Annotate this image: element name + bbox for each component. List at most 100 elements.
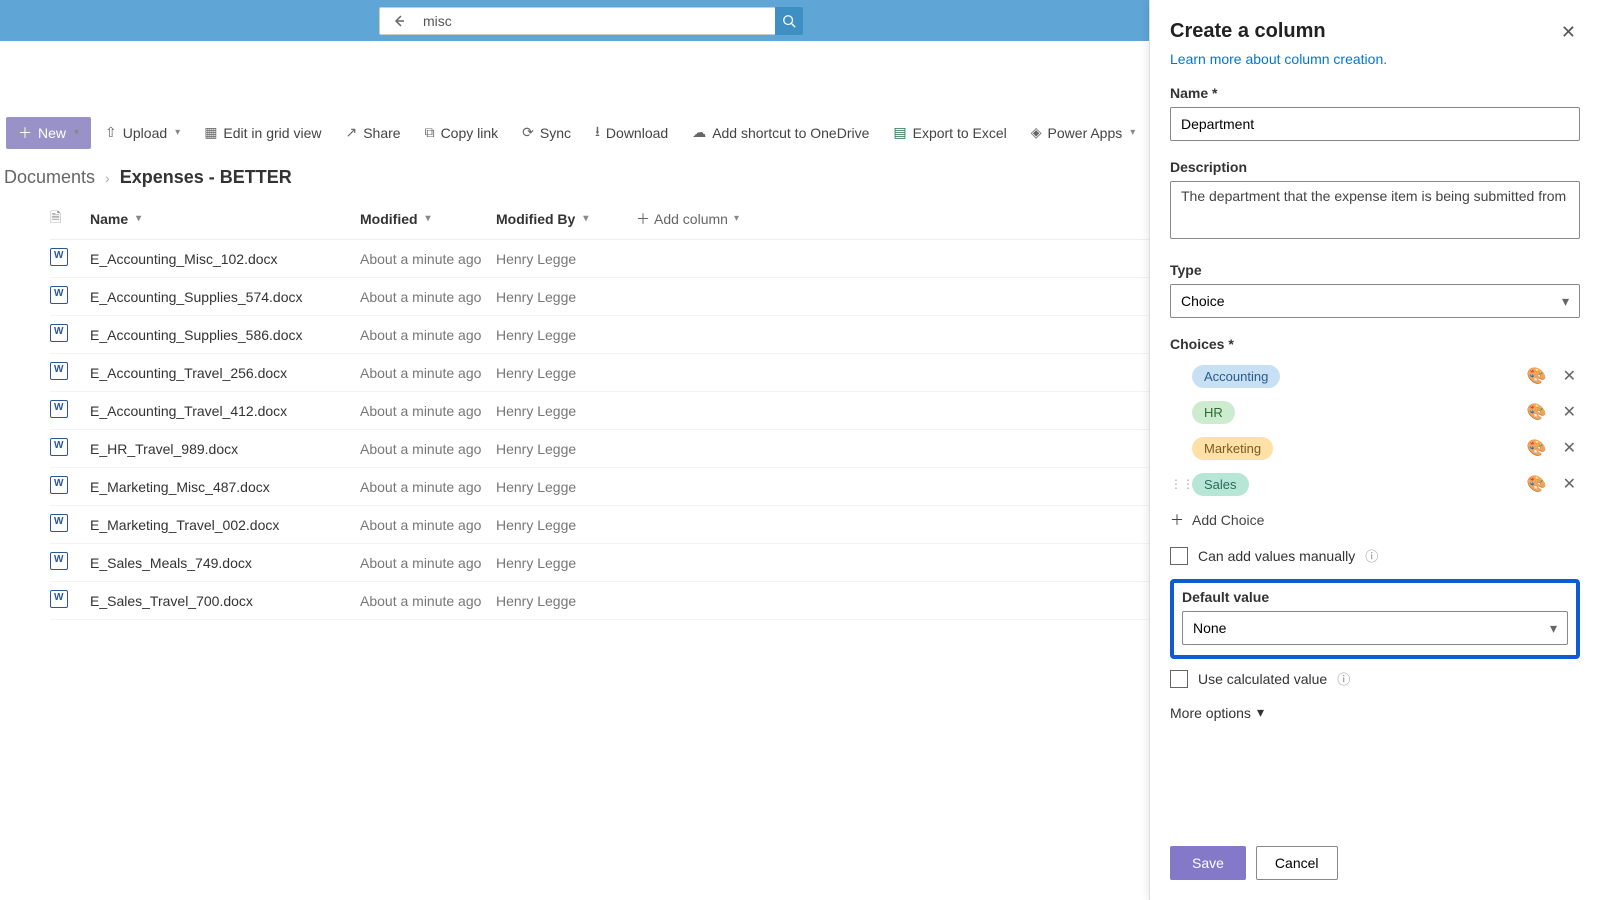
learn-more-link[interactable]: Learn more about column creation. [1170,51,1580,67]
file-name[interactable]: E_HR_Travel_989.docx [90,441,360,457]
upload-icon: ⇧ [105,124,117,141]
info-icon[interactable]: ⓘ [1365,546,1378,565]
create-column-panel: Create a column ✕ Learn more about colum… [1149,0,1600,900]
choices-label: Choices * [1170,336,1580,352]
file-modified-by: Henry Legge [496,593,636,609]
file-name[interactable]: E_Accounting_Supplies_586.docx [90,327,360,343]
cancel-button[interactable]: Cancel [1256,846,1338,880]
excel-icon: ▤ [893,124,906,141]
choice-row: ⋮⋮ Sales 🎨 ✕ [1170,466,1580,502]
file-name[interactable]: E_Accounting_Travel_256.docx [90,365,360,381]
type-label: Type [1170,262,1580,278]
name-column[interactable]: Name▾ [90,211,360,227]
chevron-down-icon: ▾ [74,127,79,138]
info-icon[interactable]: ⓘ [1337,669,1350,688]
file-name[interactable]: E_Accounting_Travel_412.docx [90,403,360,419]
remove-choice-icon[interactable]: ✕ [1559,400,1580,424]
export-excel-button[interactable]: ▤Export to Excel [883,117,1016,149]
power-apps-button[interactable]: ◈Power Apps▾ [1021,117,1146,149]
file-name[interactable]: E_Accounting_Misc_102.docx [90,251,360,267]
calculated-value-label: Use calculated value [1198,671,1327,687]
new-label: New [38,125,66,141]
calculated-value-checkbox[interactable] [1170,670,1188,688]
arrow-left-icon [391,13,407,29]
description-label: Description [1170,159,1580,175]
file-name[interactable]: E_Marketing_Travel_002.docx [90,517,360,533]
close-icon: ✕ [1561,22,1576,42]
search-input[interactable] [417,7,775,35]
file-modified-by: Henry Legge [496,517,636,533]
palette-icon[interactable]: 🎨 [1523,436,1551,460]
modified-by-column[interactable]: Modified By▾ [496,211,636,227]
search-back-button[interactable] [379,7,417,35]
manual-values-checkbox[interactable] [1170,547,1188,565]
word-doc-icon [50,324,68,342]
file-modified: About a minute ago [360,403,496,419]
file-name[interactable]: E_Sales_Meals_749.docx [90,555,360,571]
file-name[interactable]: E_Sales_Travel_700.docx [90,593,360,609]
palette-icon[interactable]: 🎨 [1523,472,1551,496]
file-modified: About a minute ago [360,365,496,381]
choice-row: Marketing 🎨 ✕ [1170,430,1580,466]
file-name[interactable]: E_Marketing_Misc_487.docx [90,479,360,495]
panel-footer: Save Cancel [1170,846,1338,880]
word-doc-icon [50,438,68,456]
remove-choice-icon[interactable]: ✕ [1559,472,1580,496]
palette-icon[interactable]: 🎨 [1523,364,1551,388]
default-value-select[interactable]: None ▾ [1182,611,1568,645]
type-select[interactable]: Choice ▾ [1170,284,1580,318]
word-doc-icon [50,476,68,494]
file-modified: About a minute ago [360,479,496,495]
choice-chip[interactable]: HR [1192,401,1235,424]
file-modified: About a minute ago [360,593,496,609]
choice-chip[interactable]: Marketing [1192,437,1273,460]
choice-chip[interactable]: Sales [1192,473,1249,496]
add-choice-button[interactable]: ＋ Add Choice [1170,510,1580,530]
drag-handle-icon[interactable]: ⋮⋮ [1170,477,1184,491]
file-modified-by: Henry Legge [496,327,636,343]
modified-column[interactable]: Modified▾ [360,211,496,227]
chevron-down-icon: ▾ [136,213,141,224]
file-modified: About a minute ago [360,327,496,343]
search-button[interactable] [775,7,803,35]
column-description-input[interactable]: The department that the expense item is … [1170,181,1580,239]
word-doc-icon [50,514,68,532]
choice-row: Accounting 🎨 ✕ [1170,358,1580,394]
search-box [379,7,803,35]
palette-icon[interactable]: 🎨 [1523,400,1551,424]
save-button[interactable]: Save [1170,846,1246,880]
close-button[interactable]: ✕ [1557,20,1580,45]
word-doc-icon [50,286,68,304]
onedrive-icon: ☁ [692,124,706,141]
sync-button[interactable]: ⟳Sync [512,117,581,149]
calculated-value-row: Use calculated value ⓘ [1170,669,1580,688]
remove-choice-icon[interactable]: ✕ [1559,436,1580,460]
share-button[interactable]: ↗Share [335,117,410,149]
column-name-input[interactable] [1170,107,1580,141]
more-options-toggle[interactable]: More options ▾ [1170,704,1580,721]
chevron-right-icon: › [105,170,110,186]
new-button[interactable]: ＋ New ▾ [6,117,91,149]
add-column-button[interactable]: ＋Add column▾ [636,209,796,229]
chevron-down-icon: ▾ [1562,293,1569,310]
plus-icon: ＋ [636,209,650,229]
choice-chip[interactable]: Accounting [1192,365,1280,388]
remove-choice-icon[interactable]: ✕ [1559,364,1580,388]
download-icon: ⭳ [595,121,600,145]
breadcrumb-root[interactable]: Documents [4,167,95,188]
manual-values-checkbox-row: Can add values manually ⓘ [1170,546,1580,565]
chevron-down-icon: ▾ [175,127,180,138]
file-name[interactable]: E_Accounting_Supplies_574.docx [90,289,360,305]
file-modified: About a minute ago [360,441,496,457]
upload-button[interactable]: ⇧Upload▾ [95,117,190,149]
breadcrumb-current: Expenses - BETTER [120,167,292,188]
shortcut-button[interactable]: ☁Add shortcut to OneDrive [682,117,879,149]
grid-icon: ▦ [204,124,217,141]
doc-type-column[interactable]: 🗎 [50,207,90,231]
download-button[interactable]: ⭳Download [585,117,678,149]
sync-icon: ⟳ [522,124,534,141]
file-modified-by: Henry Legge [496,479,636,495]
edit-grid-button[interactable]: ▦Edit in grid view [194,117,331,149]
file-modified-by: Henry Legge [496,441,636,457]
copy-link-button[interactable]: ⧉Copy link [415,117,509,149]
